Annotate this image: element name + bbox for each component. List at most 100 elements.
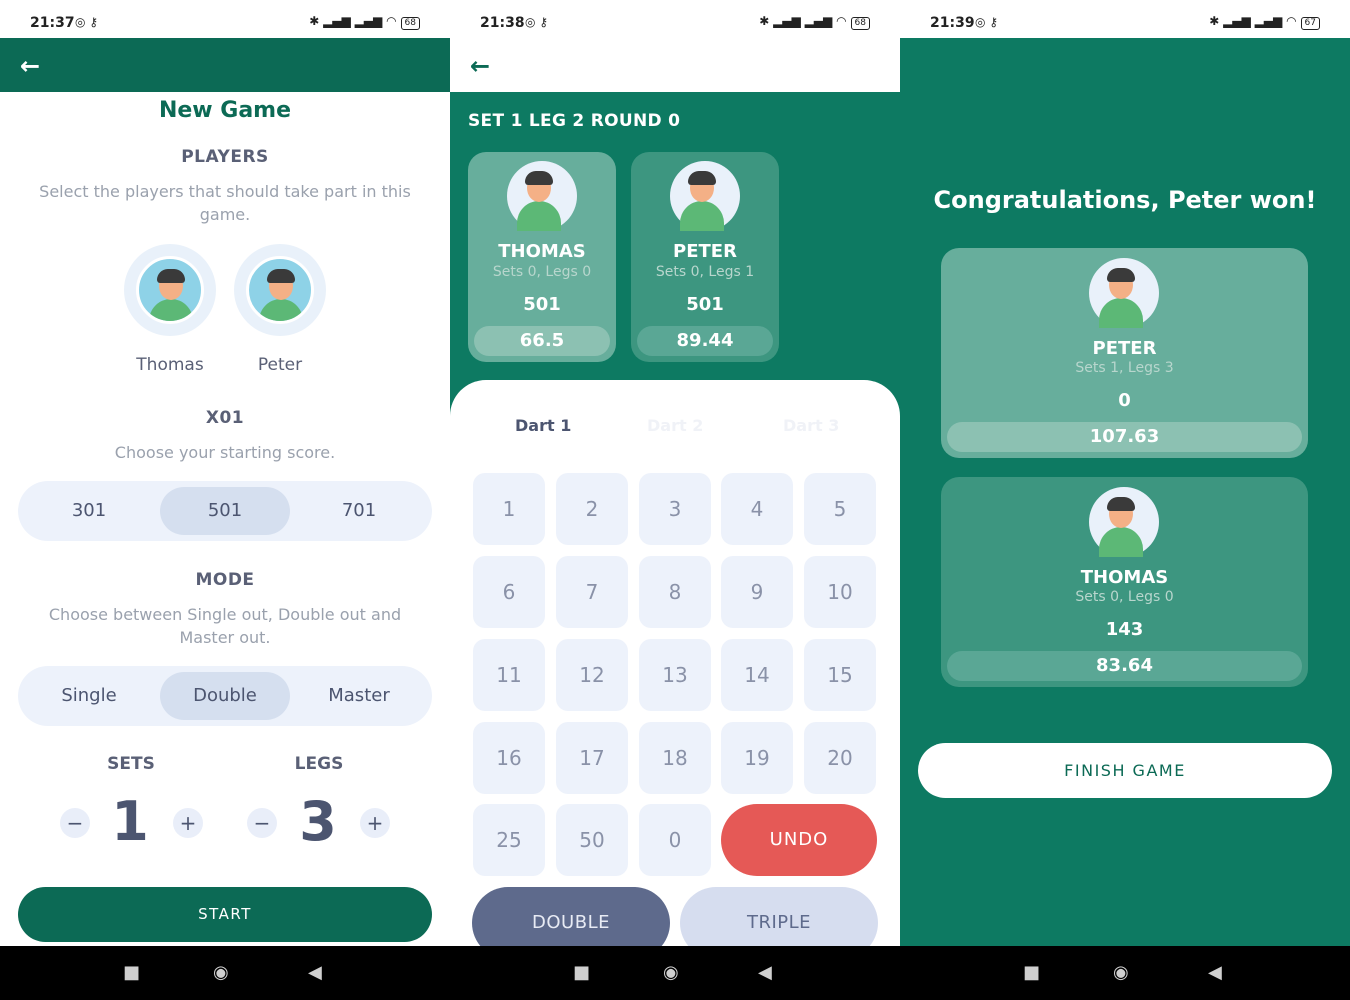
mode-option-master[interactable]: Master (294, 672, 424, 720)
home-icon[interactable]: ◉ (663, 962, 679, 983)
key-5[interactable]: 5 (804, 473, 876, 545)
key-11[interactable]: 11 (473, 639, 545, 711)
x01-heading: X01 (205, 408, 245, 428)
x01-description: Choose your starting score. (114, 443, 336, 462)
key-14[interactable]: 14 (721, 639, 793, 711)
player-avatar (1089, 258, 1159, 328)
score-option-501[interactable]: 501 (160, 487, 290, 535)
player-average: 83.64 (947, 651, 1302, 681)
player-avatar (1089, 487, 1159, 557)
recents-icon[interactable]: ■ (573, 962, 590, 983)
start-button[interactable]: START (18, 887, 432, 942)
status-time: 21:38 (480, 15, 525, 31)
dart-1-tab[interactable]: Dart 1 (515, 416, 571, 435)
status-time: 21:37 (30, 15, 75, 31)
key-18[interactable]: 18 (639, 722, 711, 794)
recents-icon[interactable]: ■ (123, 962, 140, 983)
app-bar: ← (450, 38, 900, 92)
dart-2-tab[interactable]: Dart 2 (647, 416, 703, 435)
back-nav-icon[interactable]: ◀ (758, 962, 772, 983)
sets-label: SETS (107, 754, 155, 774)
back-arrow-icon[interactable]: ← (470, 52, 490, 80)
key-13[interactable]: 13 (639, 639, 711, 711)
battery-icon: 67 (1300, 17, 1320, 30)
back-nav-icon[interactable]: ◀ (308, 962, 322, 983)
new-game-screen: 21:37 ◎ ⚷ ✱ ▂▄▆ ▂▄▆ ◠ 68 ← New Game PLAYE… (0, 0, 450, 1000)
legs-increment-button[interactable]: + (360, 808, 390, 838)
player-name: THOMAS (1080, 567, 1169, 588)
key-2[interactable]: 2 (556, 473, 628, 545)
player-score: 501 (686, 294, 724, 315)
key-10[interactable]: 10 (804, 556, 876, 628)
battery-icon: 68 (400, 17, 420, 30)
mode-option-double[interactable]: Double (160, 672, 290, 720)
page-title: New Game (158, 98, 292, 123)
key-0[interactable]: 0 (639, 804, 711, 876)
mode-option-single[interactable]: Single (24, 672, 154, 720)
back-arrow-icon[interactable]: ← (20, 52, 40, 80)
player-sets-legs: Sets 0, Legs 0 (492, 264, 592, 280)
key-9[interactable]: 9 (721, 556, 793, 628)
key-17[interactable]: 17 (556, 722, 628, 794)
player-avatar (507, 161, 577, 231)
legs-label: LEGS (294, 754, 344, 774)
home-icon[interactable]: ◉ (213, 962, 229, 983)
player-average: 66.5 (474, 326, 610, 356)
key-12[interactable]: 12 (556, 639, 628, 711)
player-name: THOMAS (498, 241, 586, 262)
player-avatar (670, 161, 740, 231)
player-name: PETER (673, 241, 737, 262)
sets-value: 1 (111, 790, 149, 853)
back-nav-icon[interactable]: ◀ (1208, 962, 1222, 983)
player-avatar-thomas[interactable] (124, 244, 216, 336)
signal-icons: ✱ ▂▄▆ ▂▄▆ ◠ 67 (1209, 14, 1320, 30)
legs-value: 3 (299, 790, 337, 853)
mode-description: Choose between Single out, Double out an… (48, 605, 402, 647)
key-6[interactable]: 6 (473, 556, 545, 628)
key-7[interactable]: 7 (556, 556, 628, 628)
key-3[interactable]: 3 (639, 473, 711, 545)
score-option-701[interactable]: 701 (294, 487, 424, 535)
player-name: Peter (257, 355, 303, 375)
person-icon (507, 161, 569, 231)
mode-heading: MODE (195, 570, 255, 590)
legs-decrement-button[interactable]: − (247, 808, 277, 838)
key-15[interactable]: 15 (804, 639, 876, 711)
score-selector: 301 501 701 (18, 481, 432, 541)
sets-decrement-button[interactable]: − (60, 808, 90, 838)
person-icon (1089, 258, 1151, 328)
game-screen: 21:38 ◎ ⚷ ✱ ▂▄▆ ▂▄▆ ◠ 68 ← SET 1 LEG 2 RO… (450, 0, 900, 1000)
player-sets-legs: Sets 1, Legs 3 (1075, 360, 1174, 376)
player-score: 0 (1118, 390, 1131, 411)
player-name: Thomas (136, 355, 204, 375)
battery-icon: 68 (850, 17, 870, 30)
set-leg-round-title: SET 1 LEG 2 ROUND 0 (468, 111, 681, 131)
player-card-peter: PETER Sets 0, Legs 1 501 89.44 (631, 152, 779, 362)
key-8[interactable]: 8 (639, 556, 711, 628)
signal-icons: ✱ ▂▄▆ ▂▄▆ ◠ 68 (309, 14, 420, 30)
dart-3-tab[interactable]: Dart 3 (783, 416, 839, 435)
status-time: 21:39 (930, 15, 975, 31)
key-20[interactable]: 20 (804, 722, 876, 794)
player-avatar-peter[interactable] (234, 244, 326, 336)
signal-icons: ✱ ▂▄▆ ▂▄▆ ◠ 68 (759, 14, 870, 30)
undo-button[interactable]: UNDO (721, 804, 877, 876)
player-average: 89.44 (637, 326, 773, 356)
person-icon (670, 161, 732, 231)
home-icon[interactable]: ◉ (1113, 962, 1129, 983)
finish-game-button[interactable]: FINISH GAME (918, 743, 1332, 798)
recents-icon[interactable]: ■ (1023, 962, 1040, 983)
player-score: 501 (523, 294, 561, 315)
sets-increment-button[interactable]: + (173, 808, 203, 838)
key-4[interactable]: 4 (721, 473, 793, 545)
app-bar: ← (0, 38, 450, 92)
player-sets-legs: Sets 0, Legs 1 (655, 264, 755, 280)
key-1[interactable]: 1 (473, 473, 545, 545)
key-50[interactable]: 50 (556, 804, 628, 876)
key-25[interactable]: 25 (473, 804, 545, 876)
winner-message: Congratulations, Peter won! (933, 186, 1317, 214)
score-option-301[interactable]: 301 (24, 487, 154, 535)
key-19[interactable]: 19 (721, 722, 793, 794)
system-nav-bar: ■ ◉ ◀ (450, 946, 900, 1000)
key-16[interactable]: 16 (473, 722, 545, 794)
